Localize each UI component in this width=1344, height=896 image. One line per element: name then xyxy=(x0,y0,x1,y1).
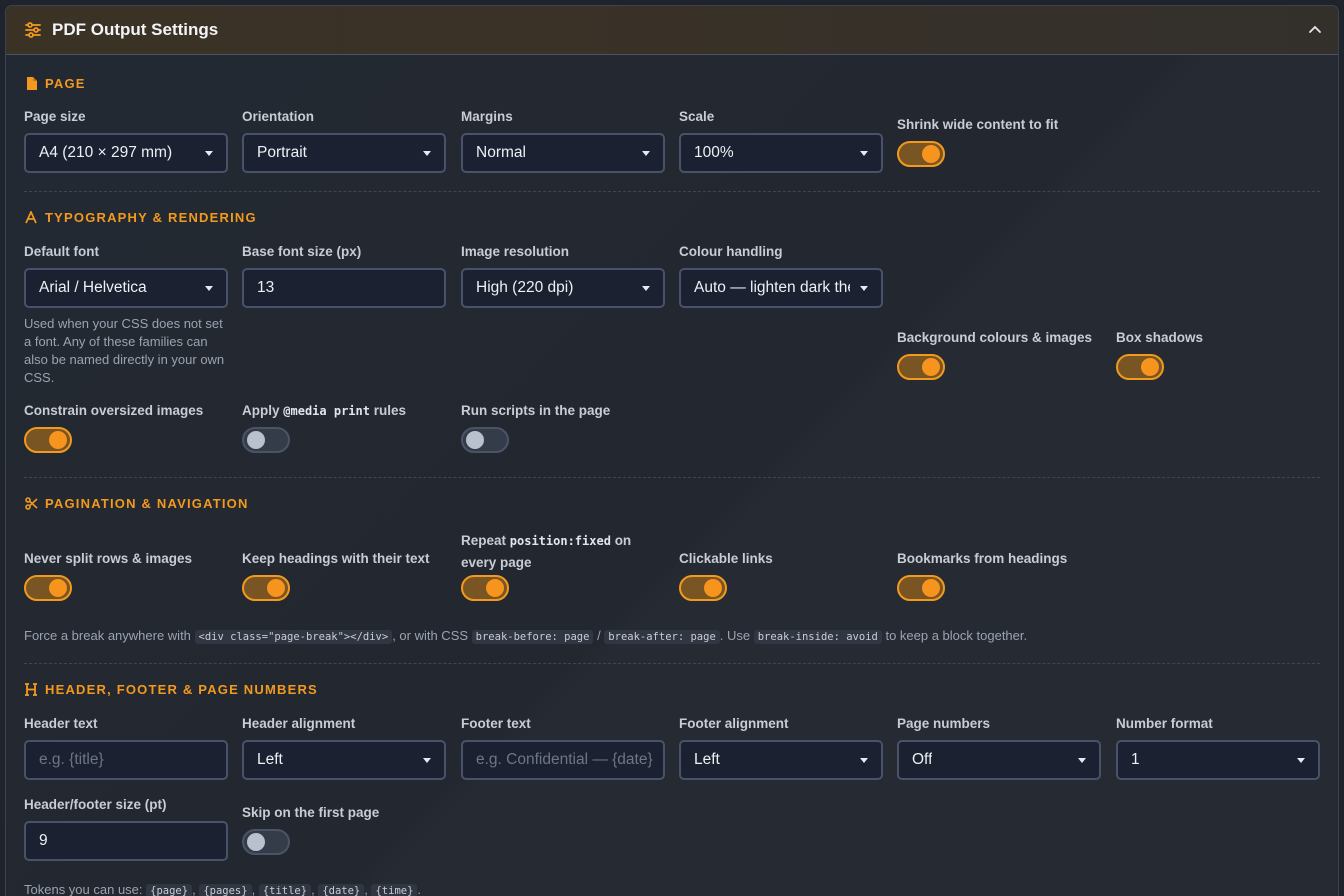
header-alignment-label: Header alignment xyxy=(242,716,356,731)
caret-down-icon xyxy=(423,758,431,763)
divider xyxy=(24,477,1320,478)
skip-first-toggle[interactable] xyxy=(242,829,290,855)
image-resolution-select[interactable]: High (220 dpi) xyxy=(461,268,665,308)
colour-handling-label: Colour handling xyxy=(679,244,783,259)
default-font-select[interactable]: Arial / Helvetica xyxy=(24,268,228,308)
hf-size-label: Header/footer size (pt) xyxy=(24,797,167,812)
orientation-select[interactable]: Portrait xyxy=(242,133,446,173)
caret-down-icon xyxy=(642,286,650,291)
caret-down-icon xyxy=(642,151,650,156)
image-resolution-label: Image resolution xyxy=(461,244,570,259)
tokens-help: Tokens you can use: {page}, {pages}, {ti… xyxy=(24,882,422,896)
page-break-help: Force a break anywhere with <div class="… xyxy=(24,628,1028,644)
heading-icon xyxy=(24,683,38,697)
media-print-label: Apply @media print rules xyxy=(242,403,406,418)
constrain-images-toggle[interactable] xyxy=(24,427,72,453)
keep-headings-toggle[interactable] xyxy=(242,575,290,601)
shrink-toggle[interactable] xyxy=(897,141,945,167)
caret-down-icon xyxy=(205,286,213,291)
page-numbers-label: Page numbers xyxy=(897,716,991,731)
footer-text-label: Footer text xyxy=(461,716,531,731)
scale-label: Scale xyxy=(679,109,715,124)
box-shadows-toggle[interactable] xyxy=(1116,354,1164,380)
bookmarks-label: Bookmarks from headings xyxy=(897,551,1068,566)
bookmarks-toggle[interactable] xyxy=(897,575,945,601)
margins-label: Margins xyxy=(461,109,513,124)
background-toggle[interactable] xyxy=(897,354,945,380)
orientation-label: Orientation xyxy=(242,109,315,124)
footer-alignment-select[interactable]: Left xyxy=(679,740,883,780)
caret-down-icon xyxy=(1078,758,1086,763)
section-title-page: PAGE xyxy=(24,76,86,91)
shrink-label: Shrink wide content to fit xyxy=(897,117,1059,132)
repeat-fixed-label: Repeat position:fixed on every page xyxy=(461,533,632,570)
panel-title: PDF Output Settings xyxy=(52,20,219,39)
clickable-links-label: Clickable links xyxy=(679,551,773,566)
never-split-label: Never split rows & images xyxy=(24,551,193,566)
default-font-label: Default font xyxy=(24,244,99,259)
box-shadows-label: Box shadows xyxy=(1116,330,1204,345)
base-font-size-input[interactable]: 13 xyxy=(242,268,446,308)
footer-alignment-label: Footer alignment xyxy=(679,716,789,731)
sliders-icon xyxy=(24,21,42,39)
page-size-select[interactable]: A4 (210 × 297 mm) xyxy=(24,133,228,173)
constrain-images-label: Constrain oversized images xyxy=(24,403,204,418)
pdf-settings-panel: PDF Output Settings PAGE Page size A4 (2… xyxy=(5,5,1339,896)
media-print-toggle[interactable] xyxy=(242,427,290,453)
caret-down-icon xyxy=(1297,758,1305,763)
caret-down-icon xyxy=(423,151,431,156)
margins-select[interactable]: Normal xyxy=(461,133,665,173)
footer-text-input[interactable]: e.g. Confidential — {date} xyxy=(461,740,665,780)
page-numbers-select[interactable]: Off xyxy=(897,740,1101,780)
caret-down-icon xyxy=(860,151,868,156)
skip-first-label: Skip on the first page xyxy=(242,805,380,820)
caret-down-icon xyxy=(860,758,868,763)
keep-headings-label: Keep headings with their text xyxy=(242,551,430,566)
run-scripts-toggle[interactable] xyxy=(461,427,509,453)
repeat-fixed-toggle[interactable] xyxy=(461,575,509,601)
default-font-help: Used when your CSS does not set a font. … xyxy=(24,316,225,385)
font-icon xyxy=(24,211,38,225)
number-format-label: Number format xyxy=(1116,716,1213,731)
header-text-input[interactable]: e.g. {title} xyxy=(24,740,228,780)
never-split-toggle[interactable] xyxy=(24,575,72,601)
divider xyxy=(24,191,1320,192)
chevron-up-icon[interactable] xyxy=(1306,21,1324,39)
background-label: Background colours & images xyxy=(897,330,1093,345)
base-font-size-label: Base font size (px) xyxy=(242,244,362,259)
scale-select[interactable]: 100% xyxy=(679,133,883,173)
divider xyxy=(24,663,1320,664)
clickable-links-toggle[interactable] xyxy=(679,575,727,601)
scissors-icon xyxy=(24,497,38,511)
hf-size-input[interactable]: 9 xyxy=(24,821,228,861)
colour-handling-select[interactable]: Auto — lighten dark themes xyxy=(679,268,883,308)
section-title-typography: TYPOGRAPHY & RENDERING xyxy=(24,210,257,225)
document-icon xyxy=(24,77,38,91)
caret-down-icon xyxy=(860,286,868,291)
header-text-label: Header text xyxy=(24,716,98,731)
run-scripts-label: Run scripts in the page xyxy=(461,403,611,418)
number-format-select[interactable]: 1 xyxy=(1116,740,1320,780)
page-size-label: Page size xyxy=(24,109,86,124)
section-title-header-footer: HEADER, FOOTER & PAGE NUMBERS xyxy=(24,682,318,697)
panel-header[interactable]: PDF Output Settings xyxy=(6,6,1338,55)
section-title-pagination: PAGINATION & NAVIGATION xyxy=(24,496,249,511)
header-alignment-select[interactable]: Left xyxy=(242,740,446,780)
caret-down-icon xyxy=(205,151,213,156)
